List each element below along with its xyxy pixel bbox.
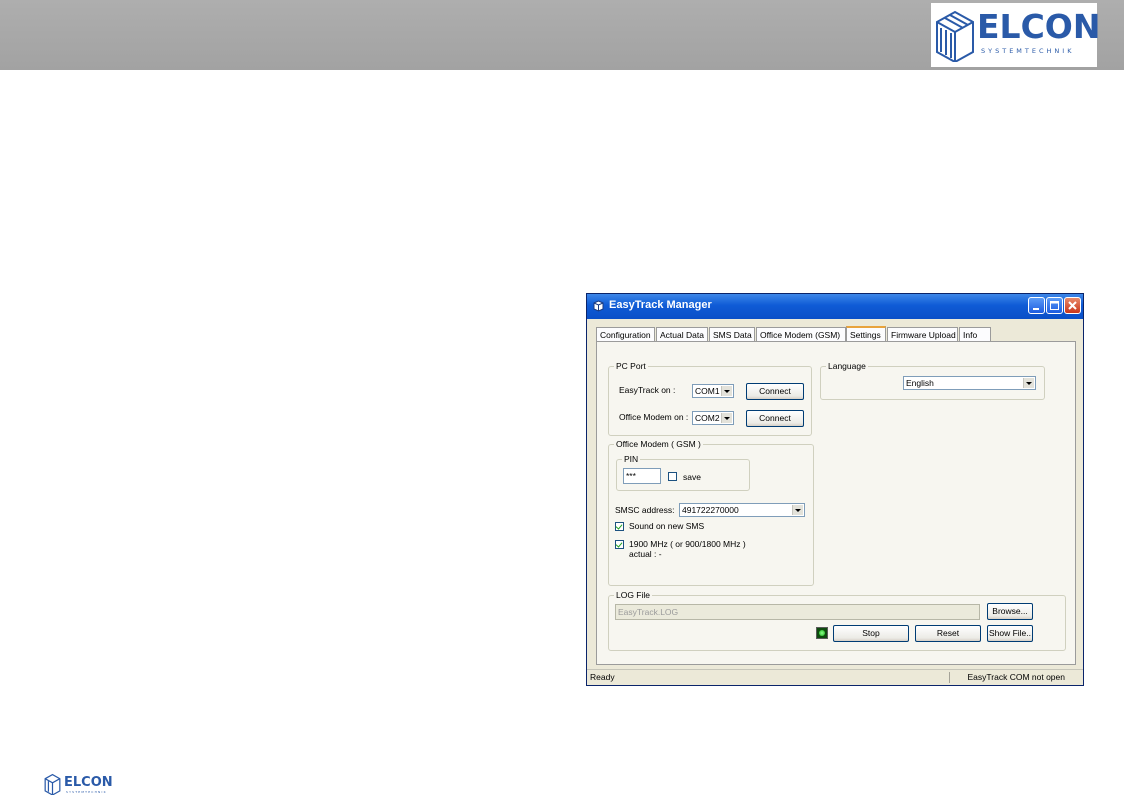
show-file-button[interactable]: Show File..	[987, 625, 1033, 642]
tab-actual-data[interactable]: Actual Data	[656, 327, 708, 341]
tab-sms-data[interactable]: SMS Data	[709, 327, 755, 341]
minimize-icon	[1033, 308, 1039, 310]
modem-port-value: COM2	[695, 413, 720, 423]
title-bar[interactable]: EasyTrack Manager	[587, 294, 1083, 319]
footer-logo-wordmark: ELCON	[64, 775, 113, 790]
easytrack-window: EasyTrack Manager Configuration Actual D…	[586, 293, 1084, 686]
modem-port-label: Office Modem on :	[619, 412, 689, 422]
save-pin-checkbox[interactable]	[668, 472, 677, 481]
modem-port-select[interactable]: COM2	[692, 411, 734, 425]
elcon-cube-icon	[44, 773, 61, 795]
top-banner: ELCON SYSTEMTECHNIK	[0, 0, 1124, 70]
log-path-input[interactable]: EasyTrack.LOG	[615, 604, 980, 620]
maximize-icon	[1050, 301, 1059, 310]
browse-button[interactable]: Browse...	[987, 603, 1033, 620]
status-text: Ready	[590, 672, 615, 682]
minimize-button[interactable]	[1028, 297, 1045, 314]
tab-office-modem[interactable]: Office Modem (GSM)	[756, 327, 846, 341]
modem-connect-button[interactable]: Connect	[746, 410, 804, 427]
logo-wordmark: ELCON	[977, 7, 1101, 46]
tab-configuration[interactable]: Configuration	[596, 327, 655, 341]
easytrack-port-label: EasyTrack on :	[619, 385, 676, 395]
status-led-icon	[816, 627, 828, 639]
chevron-down-icon[interactable]	[721, 413, 732, 423]
pc-port-group: PC Port EasyTrack on : COM1 Connect Offi…	[608, 361, 812, 436]
tab-info[interactable]: Info	[959, 327, 991, 341]
easytrack-connect-button[interactable]: Connect	[746, 383, 804, 400]
log-file-group: LOG File EasyTrack.LOG Browse... Stop Re…	[608, 590, 1066, 651]
status-bar: Ready EasyTrack COM not open	[587, 669, 1083, 685]
actual-band-label: actual : -	[629, 549, 662, 559]
elcon-cube-icon	[936, 10, 974, 62]
pc-port-legend: PC Port	[614, 361, 648, 371]
tab-settings[interactable]: Settings	[846, 326, 886, 342]
band-checkbox[interactable]	[615, 540, 624, 549]
pin-group: PIN *** save	[616, 454, 750, 491]
close-icon	[1068, 301, 1077, 310]
band-label: 1900 MHz ( or 900/1800 MHz )	[629, 539, 746, 549]
easytrack-port-select[interactable]: COM1	[692, 384, 734, 398]
language-value: English	[906, 378, 934, 388]
sound-sms-checkbox[interactable]	[615, 522, 624, 531]
smsc-select[interactable]: 491722270000	[679, 503, 805, 517]
language-legend: Language	[826, 361, 868, 371]
chevron-down-icon[interactable]	[721, 386, 732, 396]
settings-panel: PC Port EasyTrack on : COM1 Connect Offi…	[596, 341, 1076, 665]
tab-firmware-upload[interactable]: Firmware Upload	[887, 327, 958, 341]
close-button[interactable]	[1064, 297, 1081, 314]
language-select[interactable]: English	[903, 376, 1036, 390]
reset-button[interactable]: Reset	[915, 625, 981, 642]
window-title: EasyTrack Manager	[609, 299, 712, 311]
maximize-button[interactable]	[1046, 297, 1063, 314]
pin-input[interactable]: ***	[623, 468, 661, 484]
chevron-down-icon[interactable]	[1023, 378, 1034, 388]
footer-logo-subtitle: SYSTEMTECHNIK	[66, 790, 107, 794]
smsc-label: SMSC address:	[615, 505, 675, 515]
elcon-logo: ELCON SYSTEMTECHNIK	[931, 3, 1101, 67]
pin-legend: PIN	[622, 454, 641, 464]
chevron-down-icon[interactable]	[792, 505, 803, 515]
office-modem-group: Office Modem ( GSM ) PIN *** save SMSC a…	[608, 439, 814, 586]
logo-subtitle: SYSTEMTECHNIK	[981, 47, 1075, 55]
status-divider	[949, 672, 950, 683]
com-status-text: EasyTrack COM not open	[967, 672, 1065, 682]
log-file-legend: LOG File	[614, 590, 653, 600]
footer-elcon-logo: ELCON SYSTEMTECHNIK	[44, 772, 124, 796]
easytrack-port-value: COM1	[695, 386, 720, 396]
save-pin-label: save	[683, 472, 701, 482]
office-modem-legend: Office Modem ( GSM )	[614, 439, 703, 449]
language-group: Language English	[820, 361, 1045, 400]
sound-sms-label: Sound on new SMS	[629, 521, 705, 531]
stop-button[interactable]: Stop	[833, 625, 909, 642]
app-icon	[593, 300, 604, 312]
smsc-value: 491722270000	[682, 505, 739, 515]
